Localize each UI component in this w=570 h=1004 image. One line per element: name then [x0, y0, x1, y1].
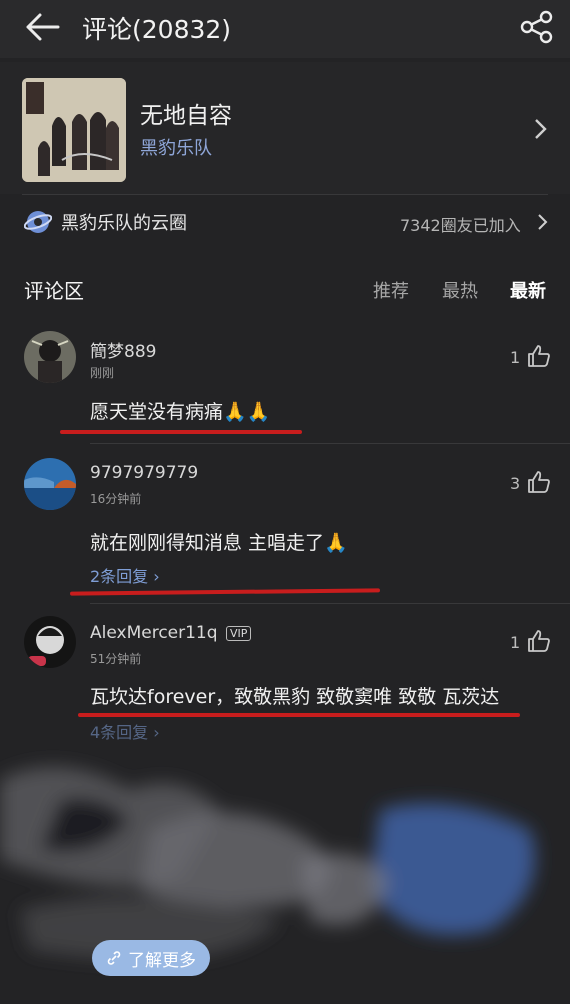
avatar[interactable]	[24, 331, 76, 383]
share-icon[interactable]	[519, 9, 555, 45]
comment-username[interactable]: 簡梦889	[90, 337, 156, 362]
vip-badge: VIP	[226, 626, 252, 641]
like-count: 1	[510, 348, 521, 367]
obscured-content	[0, 740, 570, 1000]
thumb-up-icon[interactable]	[527, 344, 551, 368]
comments-section-title: 评论区	[24, 279, 84, 303]
avatar[interactable]	[24, 458, 76, 510]
avatar[interactable]	[24, 616, 76, 668]
divider	[90, 603, 570, 604]
song-title: 无地自容	[140, 103, 232, 129]
comment-timestamp: 16分钟前	[90, 492, 142, 506]
like-count: 1	[510, 633, 521, 652]
like-count: 3	[510, 474, 521, 493]
red-underline	[78, 713, 520, 717]
replies-link-label: 2条回复	[90, 567, 149, 586]
page-title: 评论(20832)	[82, 15, 232, 44]
chevron-right-icon	[535, 119, 547, 139]
thumb-up-icon[interactable]	[527, 629, 551, 653]
link-icon	[107, 951, 121, 965]
learn-more-label: 了解更多	[128, 950, 196, 971]
back-arrow-icon[interactable]	[22, 10, 62, 44]
comment-timestamp: 51分钟前	[90, 652, 142, 666]
comment-username[interactable]: AlexMercer11q	[90, 623, 218, 643]
cloud-circle-icon	[24, 211, 52, 233]
comment-timestamp: 刚刚	[90, 366, 115, 380]
chevron-right-icon	[538, 214, 548, 230]
red-underline	[69, 588, 381, 596]
tab-recommended[interactable]: 推荐	[373, 277, 409, 303]
comment-text: 就在刚刚得知消息 主唱走了🙏	[90, 532, 348, 554]
song-artist-link[interactable]: 黑豹乐队	[140, 134, 212, 160]
red-underline	[60, 430, 302, 434]
replies-link[interactable]: 2条回复 ›	[90, 563, 160, 587]
comment-text: 愿天堂没有病痛🙏🙏	[90, 401, 271, 423]
divider	[22, 194, 548, 195]
circle-name: 黑豹乐队的云圈	[61, 213, 187, 234]
comment-text: 瓦坎达forever，致敬黑豹 致敬窦唯 致敬 瓦茨达	[90, 686, 500, 708]
learn-more-button[interactable]: 了解更多	[92, 940, 210, 976]
tab-hottest[interactable]: 最热	[442, 277, 478, 303]
comment-username[interactable]: 9797979779	[90, 463, 198, 483]
thumb-up-icon[interactable]	[527, 470, 551, 494]
divider	[90, 443, 570, 444]
album-cover	[22, 78, 126, 182]
circle-member-count: 7342圈友已加入	[400, 216, 521, 235]
tab-newest[interactable]: 最新	[510, 277, 546, 303]
